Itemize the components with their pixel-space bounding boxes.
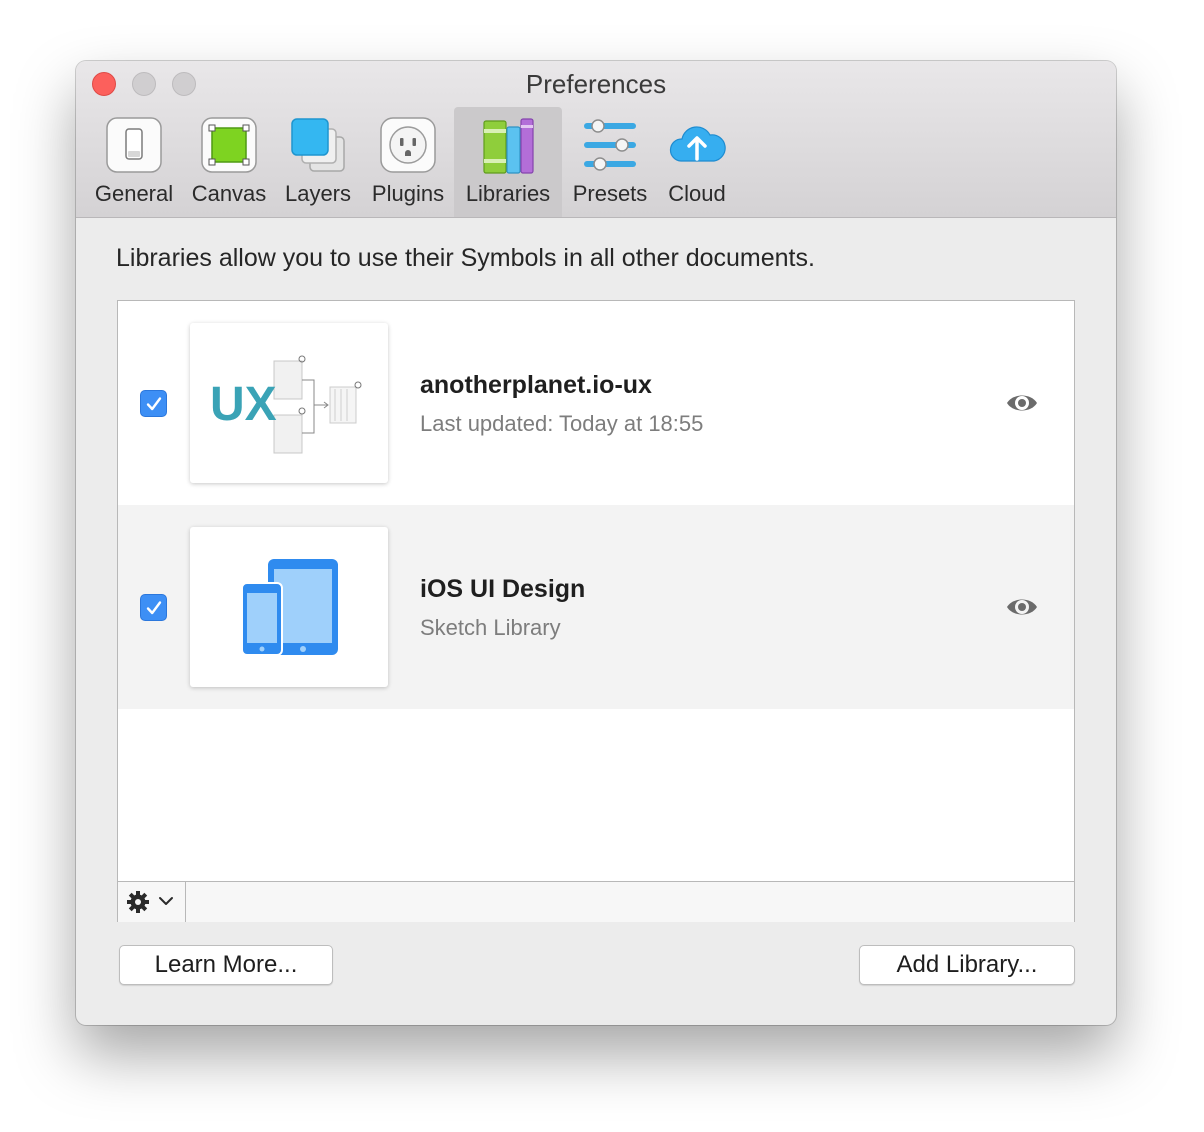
gear-icon xyxy=(127,891,149,913)
library-actions-menu-button[interactable] xyxy=(118,882,186,922)
ux-logo-text: UX xyxy=(210,378,277,431)
general-icon xyxy=(106,117,162,173)
library-thumbnail: UX xyxy=(190,323,388,483)
tab-presets[interactable]: Presets xyxy=(566,107,654,217)
eye-icon[interactable] xyxy=(1005,594,1039,620)
canvas-icon xyxy=(201,117,257,173)
library-enabled-checkbox[interactable] xyxy=(140,594,167,621)
library-subtitle: Sketch Library xyxy=(420,615,561,640)
tab-canvas[interactable]: Canvas xyxy=(184,107,274,217)
ios-devices-thumbnail-icon xyxy=(241,559,338,656)
list-footer-bar xyxy=(118,881,1074,922)
tab-cloud-label: Cloud xyxy=(668,181,726,206)
tab-general[interactable]: General xyxy=(88,107,180,217)
title-bar: Preferences General Canvas Layers Plugin… xyxy=(76,61,1116,218)
library-name: anotherplanet.io-ux xyxy=(420,371,652,399)
preferences-window: Preferences General Canvas Layers Plugin… xyxy=(76,61,1116,1025)
tab-layers[interactable]: Layers xyxy=(278,107,358,217)
tab-libraries[interactable]: Libraries xyxy=(454,107,562,217)
tab-plugins[interactable]: Plugins xyxy=(363,107,453,217)
list-item[interactable]: UX anotherplanet.io-ux Last updated: Tod… xyxy=(118,301,1074,505)
tab-plugins-label: Plugins xyxy=(371,181,445,206)
checkmark-icon xyxy=(146,601,162,615)
eye-icon[interactable] xyxy=(1005,390,1039,416)
tab-presets-label: Presets xyxy=(572,181,648,206)
library-last-updated: Last updated: Today at 18:55 xyxy=(420,411,704,436)
tab-general-label: General xyxy=(94,181,174,206)
library-name: iOS UI Design xyxy=(420,575,586,603)
cloud-icon xyxy=(669,126,726,162)
libraries-description: Libraries allow you to use their Symbols… xyxy=(116,244,815,272)
list-item[interactable]: iOS UI Design Sketch Library xyxy=(118,505,1074,709)
tab-canvas-label: Canvas xyxy=(191,181,267,206)
library-thumbnail xyxy=(190,527,388,687)
tab-libraries-label: Libraries xyxy=(465,181,551,206)
library-enabled-checkbox[interactable] xyxy=(140,390,167,417)
presets-icon xyxy=(584,119,636,171)
add-library-button[interactable]: Add Library... xyxy=(859,945,1075,985)
chevron-down-icon xyxy=(159,897,173,905)
libraries-icon xyxy=(483,118,534,174)
libraries-list: UX anotherplanet.io-ux Last updated: Tod… xyxy=(117,300,1075,922)
layers-icon xyxy=(291,118,345,172)
ux-flow-thumbnail-icon: UX xyxy=(210,355,362,454)
tab-cloud[interactable]: Cloud xyxy=(658,107,736,217)
plugins-icon xyxy=(380,117,436,173)
checkmark-icon xyxy=(146,397,162,411)
learn-more-button[interactable]: Learn More... xyxy=(119,945,333,985)
window-title: Preferences xyxy=(525,69,667,99)
tab-layers-label: Layers xyxy=(284,181,352,206)
